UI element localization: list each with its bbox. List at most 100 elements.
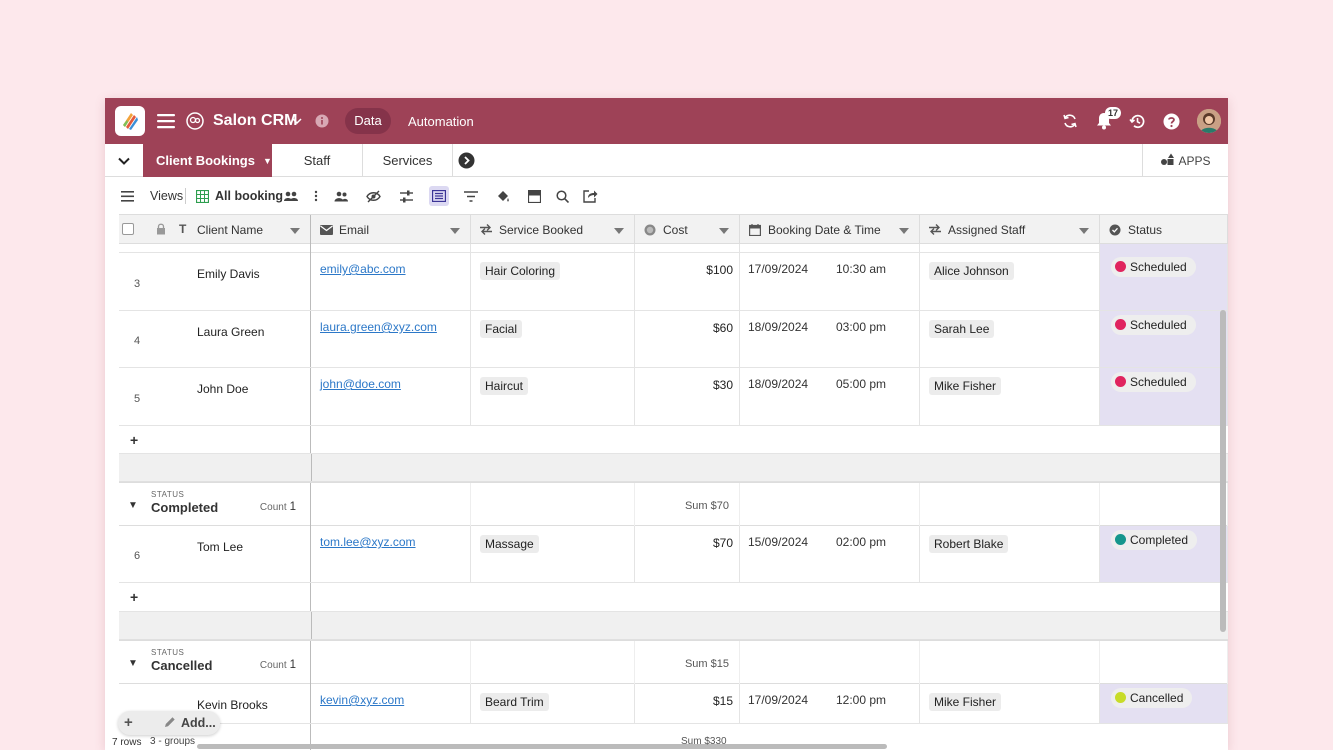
group-header-completed[interactable]: ▼ STATUS Completed Count 1 Sum $70: [119, 482, 1228, 526]
tab-client-bookings[interactable]: Client Bookings ▼: [143, 144, 272, 177]
vertical-scrollbar[interactable]: [1220, 310, 1226, 632]
more-tables-arrow-icon[interactable]: [458, 152, 475, 169]
client-name[interactable]: Kevin Brooks: [197, 698, 268, 712]
hide-fields-icon[interactable]: [364, 187, 382, 205]
caret-down-icon[interactable]: [450, 224, 460, 238]
status-badge[interactable]: Scheduled: [1111, 372, 1196, 392]
plus-icon[interactable]: +: [124, 714, 133, 731]
tab-services[interactable]: Services: [363, 144, 453, 177]
cost-value[interactable]: $30: [713, 378, 733, 392]
service-tag[interactable]: Beard Trim: [480, 693, 549, 711]
group-header-cancelled[interactable]: ▼ STATUS Cancelled Count 1 Sum $15: [119, 640, 1228, 684]
email-link[interactable]: laura.green@xyz.com: [320, 320, 437, 334]
current-view-name[interactable]: All booking: [215, 189, 283, 203]
booking-time[interactable]: 02:00 pm: [836, 535, 886, 549]
service-tag[interactable]: Haircut: [480, 377, 529, 395]
app-logo-icon[interactable]: [115, 106, 145, 136]
status-badge[interactable]: Completed: [1111, 530, 1198, 550]
client-name[interactable]: John Doe: [197, 382, 248, 396]
search-icon[interactable]: [553, 187, 571, 205]
service-tag[interactable]: Massage: [480, 535, 539, 553]
sliders-icon[interactable]: [397, 187, 415, 205]
chevron-down-icon[interactable]: [105, 144, 143, 177]
status-badge[interactable]: Scheduled: [1111, 257, 1196, 277]
table-row[interactable]: 5 John Doe john@doe.com Haircut $30 18/09…: [119, 368, 1228, 426]
select-all-checkbox[interactable]: [122, 223, 134, 235]
status-badge[interactable]: Cancelled: [1111, 688, 1193, 708]
booking-date[interactable]: 18/09/2024: [748, 320, 808, 334]
share-view-icon[interactable]: [581, 187, 599, 205]
apps-button[interactable]: APPS: [1142, 144, 1228, 177]
caret-down-icon[interactable]: [899, 224, 909, 238]
views-button[interactable]: Views: [150, 189, 183, 203]
cost-value[interactable]: $100: [706, 263, 733, 277]
header-status[interactable]: Status: [1100, 215, 1228, 244]
header-booking-date[interactable]: Booking Date & Time: [740, 215, 920, 244]
header-assigned-staff[interactable]: Assigned Staff: [920, 215, 1100, 244]
table-row[interactable]: 4 Laura Green laura.green@xyz.com Facial …: [119, 311, 1228, 368]
caret-down-icon[interactable]: ▼: [263, 156, 272, 166]
row-color-icon[interactable]: [525, 187, 543, 205]
header-client-name[interactable]: T Client Name: [119, 215, 311, 244]
header-email[interactable]: Email: [311, 215, 471, 244]
avatar[interactable]: [1197, 109, 1221, 133]
tab-staff[interactable]: Staff: [272, 144, 363, 177]
status-badge[interactable]: Scheduled: [1111, 315, 1196, 335]
email-link[interactable]: tom.lee@xyz.com: [320, 535, 416, 549]
booking-time[interactable]: 03:00 pm: [836, 320, 886, 334]
history-icon[interactable]: [1127, 111, 1147, 131]
caret-down-icon[interactable]: [614, 224, 624, 238]
sync-icon[interactable]: [1060, 111, 1080, 131]
add-row[interactable]: +: [119, 426, 1228, 454]
client-name[interactable]: Tom Lee: [197, 540, 243, 554]
booking-date[interactable]: 18/09/2024: [748, 377, 808, 391]
add-row[interactable]: +: [119, 583, 1228, 612]
collapse-triangle-icon[interactable]: ▼: [128, 658, 138, 669]
tab-automation[interactable]: Automation: [408, 114, 474, 129]
service-tag[interactable]: Hair Coloring: [480, 262, 561, 280]
collapse-triangle-icon[interactable]: ▼: [128, 500, 138, 511]
caret-down-icon[interactable]: [1079, 224, 1089, 238]
header-cost[interactable]: Cost: [635, 215, 740, 244]
email-link[interactable]: kevin@xyz.com: [320, 693, 404, 707]
staff-tag[interactable]: Sarah Lee: [929, 320, 995, 338]
client-name[interactable]: Emily Davis: [197, 267, 260, 281]
row-height-icon[interactable]: [429, 186, 449, 206]
booking-time[interactable]: 10:30 am: [836, 262, 886, 276]
cost-value[interactable]: $15: [713, 694, 733, 708]
paint-bucket-icon[interactable]: [494, 187, 512, 205]
horizontal-scrollbar[interactable]: [197, 744, 887, 749]
add-record-button[interactable]: + Add...: [118, 711, 220, 735]
email-link[interactable]: emily@abc.com: [320, 262, 406, 276]
booking-date[interactable]: 17/09/2024: [748, 693, 808, 707]
app-title[interactable]: Salon CRM: [213, 112, 297, 130]
staff-tag[interactable]: Robert Blake: [929, 535, 1009, 553]
booking-time[interactable]: 05:00 pm: [836, 377, 886, 391]
header-service-booked[interactable]: Service Booked: [471, 215, 635, 244]
add-row-plus-icon[interactable]: +: [130, 589, 138, 605]
table-row[interactable]: Kevin Brooks kevin@xyz.com Beard Trim $1…: [119, 684, 1228, 724]
booking-time[interactable]: 12:00 pm: [836, 693, 886, 707]
caret-down-icon[interactable]: [719, 224, 729, 238]
filter-icon[interactable]: [462, 187, 480, 205]
info-icon[interactable]: [314, 113, 330, 129]
more-options-icon[interactable]: [307, 187, 325, 205]
help-icon[interactable]: [1161, 111, 1181, 131]
booking-date[interactable]: 17/09/2024: [748, 262, 808, 276]
tab-data[interactable]: Data: [345, 108, 391, 134]
cost-value[interactable]: $70: [713, 536, 733, 550]
views-menu-icon[interactable]: [118, 187, 136, 205]
share-users-icon[interactable]: [332, 187, 350, 205]
booking-date[interactable]: 15/09/2024: [748, 535, 808, 549]
table-row[interactable]: 6 Tom Lee tom.lee@xyz.com Massage $70 15/…: [119, 526, 1228, 583]
workspace-icon[interactable]: [184, 110, 206, 132]
email-link[interactable]: john@doe.com: [320, 377, 401, 391]
service-tag[interactable]: Facial: [480, 320, 523, 338]
add-row-plus-icon[interactable]: +: [130, 432, 138, 448]
cost-value[interactable]: $60: [713, 321, 733, 335]
caret-down-icon[interactable]: [290, 224, 300, 238]
hamburger-menu-icon[interactable]: [155, 110, 177, 132]
chevron-down-icon[interactable]: [291, 114, 303, 128]
staff-tag[interactable]: Mike Fisher: [929, 377, 1002, 395]
staff-tag[interactable]: Mike Fisher: [929, 693, 1002, 711]
